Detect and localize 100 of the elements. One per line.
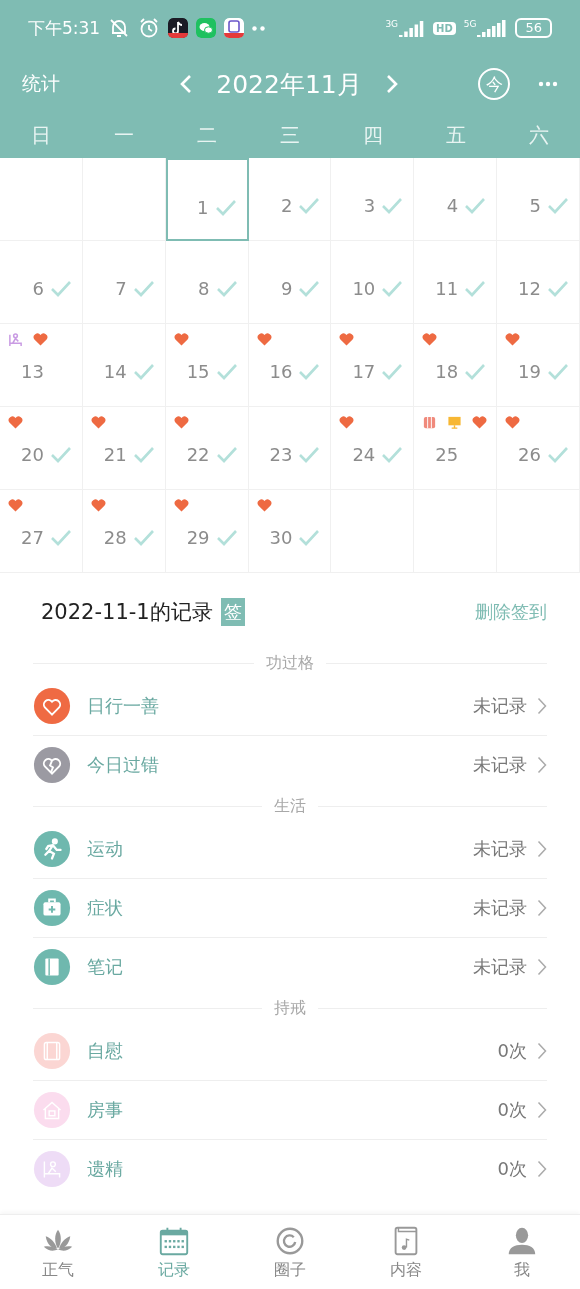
calendar-day[interactable]: 23: [248, 407, 332, 490]
chevron-icon[interactable]: [537, 958, 547, 976]
day-number: 21: [103, 444, 127, 465]
record-label[interactable]: 今日过错: [87, 753, 159, 777]
network-label: 3G: [385, 19, 399, 29]
day-number: 20: [20, 444, 44, 465]
record-label[interactable]: 自慰: [87, 1039, 123, 1063]
nav-tab[interactable]: 记录: [116, 1215, 232, 1289]
heart-icon: [173, 414, 189, 430]
day-number: 9: [280, 278, 293, 299]
day-number: 11: [435, 278, 459, 299]
nav-tab[interactable]: 正气: [0, 1215, 116, 1289]
day-number: 4: [446, 195, 459, 216]
calendar-day[interactable]: 30: [248, 490, 332, 573]
heart-icon: [173, 331, 189, 347]
calendar-day[interactable]: 6: [0, 241, 83, 324]
calendar-day[interactable]: 14: [82, 324, 166, 407]
chat-app-icon: [196, 18, 217, 38]
weekday-label: 三: [279, 121, 301, 149]
calendar-day[interactable]: 16: [248, 324, 332, 407]
calendar-day[interactable]: 21: [82, 407, 166, 490]
record-label[interactable]: 笔记: [87, 955, 123, 979]
section-title: 持戒: [274, 997, 306, 1019]
weekday-label: 四: [361, 121, 384, 149]
calendar-day[interactable]: 19: [497, 324, 580, 407]
heart-icon: [339, 331, 355, 347]
heart-icon: [90, 497, 106, 513]
sign-badge: 签: [220, 598, 245, 626]
nav-tab[interactable]: 圈子: [232, 1215, 348, 1289]
calendar-day[interactable]: 1: [165, 158, 249, 241]
chevron-icon[interactable]: [537, 840, 547, 858]
calendar-day[interactable]: 13: [0, 324, 83, 407]
calendar-day[interactable]: 5: [497, 158, 580, 241]
calendar-day[interactable]: 27: [0, 490, 83, 573]
chevron-icon[interactable]: [537, 756, 547, 774]
chevron-icon[interactable]: [537, 1160, 547, 1178]
day-number: 12: [518, 278, 541, 299]
calendar-day[interactable]: 7: [82, 241, 166, 324]
day-number: 10: [352, 278, 376, 299]
calendar-day[interactable]: 29: [165, 490, 249, 573]
day-number: 2: [280, 195, 293, 216]
day-number: 30: [269, 527, 293, 548]
calendar-day[interactable]: 22: [165, 407, 249, 490]
calendar-day[interactable]: 10: [331, 241, 415, 324]
record-label[interactable]: 运动: [87, 837, 123, 861]
calendar-day[interactable]: 12: [497, 241, 580, 324]
calendar-day[interactable]: 17: [331, 324, 415, 407]
record-value: 0次: [497, 1098, 527, 1122]
calendar-day[interactable]: 15: [165, 324, 249, 407]
day-number: 8: [198, 278, 210, 299]
day-number: 24: [352, 444, 376, 465]
record-label[interactable]: 遗精: [87, 1157, 123, 1181]
app-icon: [168, 18, 189, 38]
record-label[interactable]: 症状: [87, 896, 123, 920]
calendar-day[interactable]: 28: [82, 490, 166, 573]
weekday-label: 日: [30, 121, 53, 149]
calendar-day[interactable]: 3: [331, 158, 415, 241]
calendar-day[interactable]: 4: [414, 158, 498, 241]
record-value: 0次: [497, 1039, 527, 1063]
stats-link[interactable]: 统计: [22, 71, 152, 97]
heart-icon: [8, 414, 23, 430]
day-number: 6: [32, 278, 44, 299]
delete-checkin-link[interactable]: 删除签到: [475, 600, 547, 624]
heart-icon: [256, 331, 272, 347]
record-label[interactable]: 房事: [87, 1098, 123, 1122]
figure-on-bed-icon: [8, 331, 23, 347]
calendar-day[interactable]: 20: [0, 407, 83, 490]
day-number: 16: [269, 361, 293, 382]
weekday-label: 一: [113, 121, 136, 149]
nav-tab[interactable]: 内容: [348, 1215, 464, 1289]
weekday-label: 六: [527, 121, 550, 149]
calendar-day[interactable]: 8: [165, 241, 249, 324]
heart-icon: [505, 414, 521, 430]
calendar-day[interactable]: 26: [497, 407, 580, 490]
today-button[interactable]: 今: [478, 68, 510, 100]
app-icon: [224, 18, 245, 38]
month-title: 2022年11月: [216, 68, 362, 101]
signal-icon: [399, 19, 426, 37]
heart-icon: [472, 414, 488, 430]
calendar-day[interactable]: 11: [414, 241, 498, 324]
chevron-icon[interactable]: [537, 1101, 547, 1119]
heart-icon: [256, 497, 272, 513]
record-value: 未记录: [473, 753, 527, 777]
hd-label: HD: [433, 21, 456, 35]
signal-icon: [477, 19, 508, 37]
chevron-icon[interactable]: [537, 697, 547, 715]
calendar-day[interactable]: 9: [248, 241, 332, 324]
chevron-icon[interactable]: [537, 899, 547, 917]
record-label[interactable]: 日行一善: [87, 694, 159, 718]
chevron-icon[interactable]: [537, 1042, 547, 1060]
nav-tab[interactable]: 我: [464, 1215, 580, 1289]
record-value: 未记录: [473, 896, 527, 920]
record-value: 0次: [497, 1157, 527, 1181]
heart-icon: [339, 414, 355, 430]
calendar-day[interactable]: 25: [414, 407, 498, 490]
day-number: 27: [20, 527, 44, 548]
calendar-day[interactable]: 18: [414, 324, 498, 407]
calendar-day[interactable]: 2: [248, 158, 332, 241]
calendar-day[interactable]: 24: [331, 407, 415, 490]
more-icon[interactable]: [538, 81, 558, 87]
